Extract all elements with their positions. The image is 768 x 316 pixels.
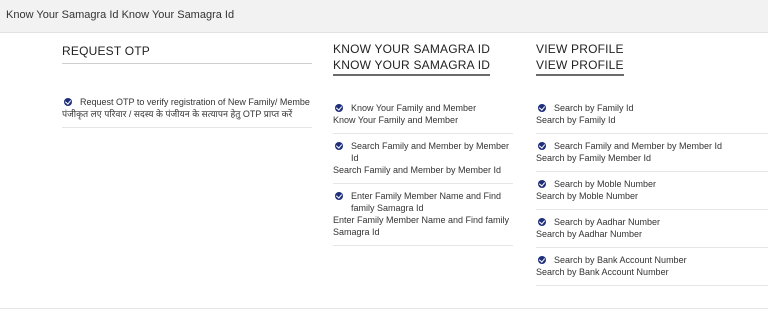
request-otp-section: REQUEST OTP Request OTP to verify regist… (62, 42, 312, 128)
item-sublabel: Search by Family Member Id (536, 153, 652, 163)
item-label: Know Your Family and Member (351, 103, 477, 113)
check-circle-icon (335, 192, 343, 200)
check-circle-icon (538, 142, 546, 150)
item-sublabel: Search by Moble Number (536, 191, 639, 201)
item-sublabel: Enter Family Member Name and Find family… (333, 215, 510, 237)
item-label: Search by Aadhar Number (554, 217, 661, 227)
know-samagra-section: KNOW YOUR SAMAGRA ID KNOW YOUR SAMAGRA I… (333, 42, 513, 246)
item-sublabel: Search Family and Member by Member Id (333, 165, 502, 175)
view-profile-heading-repeat: VIEW PROFILE (536, 58, 624, 76)
know-samagra-heading: KNOW YOUR SAMAGRA ID (333, 42, 491, 56)
item-sublabel: Search by Family Id (536, 115, 616, 125)
request-otp-heading: REQUEST OTP (62, 44, 312, 64)
item-sublabel: Search by Aadhar Number (536, 229, 643, 239)
search-by-bank-account-link[interactable]: Search by Bank Account Number Search by … (536, 248, 768, 286)
check-circle-icon (538, 256, 546, 264)
item-label: Search Family and Member by Member Id (554, 141, 723, 151)
item-label: Search by Moble Number (554, 179, 657, 189)
check-circle-icon (64, 98, 72, 106)
view-profile-heading: VIEW PROFILE (536, 42, 624, 56)
search-by-aadhar-link[interactable]: Search by Aadhar Number Search by Aadhar… (536, 210, 768, 248)
know-family-member-link[interactable]: Know Your Family and Member Know Your Fa… (333, 96, 513, 134)
check-circle-icon (538, 218, 546, 226)
request-otp-link[interactable]: Request OTP to verify registration of Ne… (62, 92, 312, 128)
view-profile-section: VIEW PROFILE VIEW PROFILE Search by Fami… (536, 42, 768, 286)
search-by-family-id-link[interactable]: Search by Family Id Search by Family Id (536, 96, 768, 134)
item-label: Search Family and Member by Member Id (351, 141, 510, 163)
find-by-member-name-link[interactable]: Enter Family Member Name and Find family… (333, 184, 513, 246)
page-header-bar: Know Your Samagra Id Know Your Samagra I… (0, 0, 768, 33)
check-circle-icon (538, 104, 546, 112)
item-label: Search by Bank Account Number (554, 255, 687, 265)
request-otp-label-en: Request OTP to verify registration of Ne… (80, 97, 310, 107)
footer-divider (0, 308, 768, 309)
check-circle-icon (335, 104, 343, 112)
item-label: Enter Family Member Name and Find family… (351, 191, 502, 213)
search-by-mobile-link[interactable]: Search by Moble Number Search by Moble N… (536, 172, 768, 210)
check-circle-icon (335, 142, 343, 150)
know-samagra-heading-repeat: KNOW YOUR SAMAGRA ID (333, 58, 491, 76)
check-circle-icon (538, 180, 546, 188)
search-by-family-member-id-link[interactable]: Search Family and Member by Member Id Se… (536, 134, 768, 172)
page-title: Know Your Samagra Id Know Your Samagra I… (6, 9, 235, 21)
search-by-member-id-link[interactable]: Search Family and Member by Member Id Se… (333, 134, 513, 184)
request-otp-label-hi: पंजीकृत लए परिवार / सदस्य के पंजीयन के स… (62, 109, 293, 119)
item-sublabel: Search by Bank Account Number (536, 267, 669, 277)
item-label: Search by Family Id (554, 103, 634, 113)
item-sublabel: Know Your Family and Member (333, 115, 459, 125)
